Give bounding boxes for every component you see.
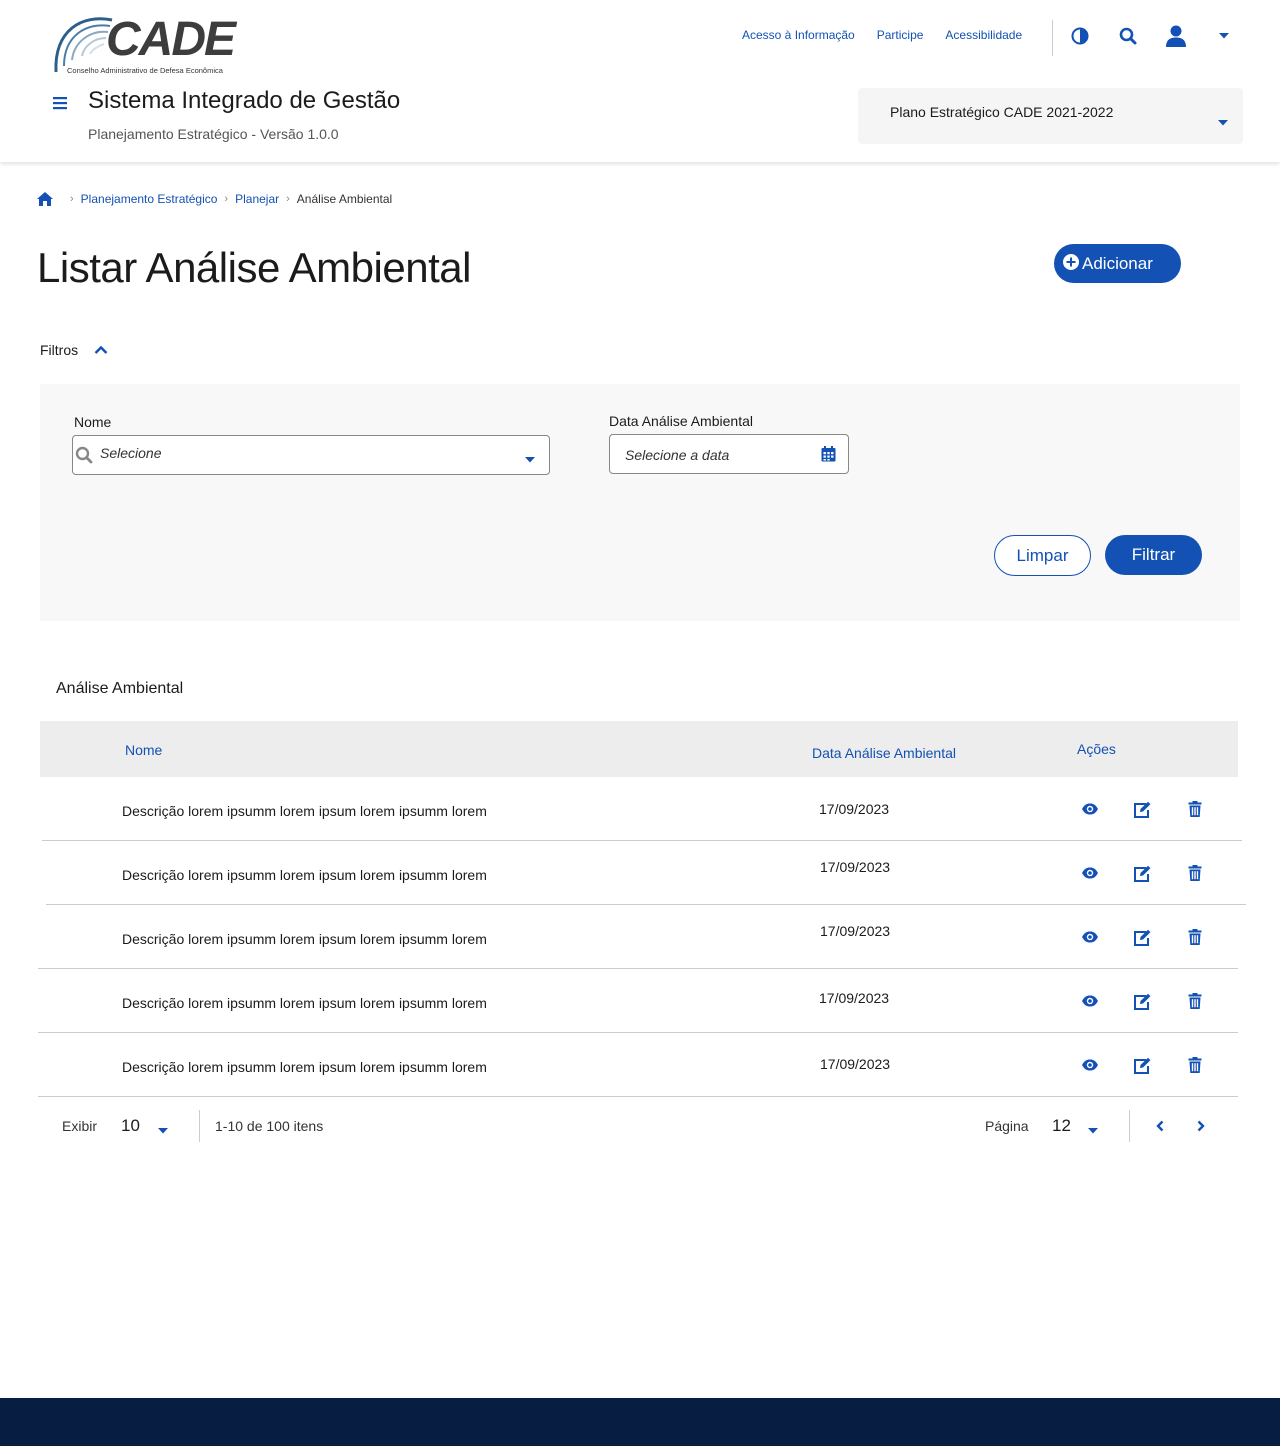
edit-icon[interactable] xyxy=(1131,927,1153,947)
calendar-icon[interactable] xyxy=(821,446,836,467)
table-title: Análise Ambiental xyxy=(56,680,184,697)
search-icon[interactable] xyxy=(1116,24,1140,48)
filters-toggle-label: Filtros xyxy=(40,342,79,358)
filter-button[interactable]: Filtrar xyxy=(1105,535,1202,575)
next-page-icon[interactable] xyxy=(1196,1119,1206,1137)
contrast-icon[interactable] xyxy=(1068,24,1092,48)
items-range: 1-10 de 100 itens xyxy=(215,1118,324,1134)
page-label: Página xyxy=(985,1118,1029,1134)
chevron-down-icon[interactable] xyxy=(157,1122,169,1140)
clear-button[interactable]: Limpar xyxy=(994,535,1091,576)
date-filter-input[interactable]: Selecione a data xyxy=(609,434,849,474)
pager-divider xyxy=(199,1110,200,1142)
delete-icon[interactable] xyxy=(1184,863,1206,883)
breadcrumb-planejamento-estrategico[interactable]: Planejamento Estratégico xyxy=(81,192,218,206)
view-icon[interactable] xyxy=(1079,927,1101,947)
view-icon[interactable] xyxy=(1079,799,1101,819)
column-header-data[interactable]: Data Análise Ambiental xyxy=(812,745,956,761)
site-header: CADE Conselho Administrativo de Defesa E… xyxy=(0,0,1280,162)
delete-icon[interactable] xyxy=(1184,799,1206,819)
row-name: Descrição lorem ipsumm lorem ipsum lorem… xyxy=(122,867,487,883)
strategic-plan-select[interactable]: Plano Estratégico CADE 2021-2022 xyxy=(858,88,1243,144)
row-name: Descrição lorem ipsumm lorem ipsum lorem… xyxy=(122,1059,487,1075)
row-name: Descrição lorem ipsumm lorem ipsum lorem… xyxy=(122,931,487,947)
date-filter-label: Data Análise Ambiental xyxy=(609,413,753,429)
delete-icon[interactable] xyxy=(1184,927,1206,947)
hamburger-menu-icon[interactable] xyxy=(52,96,68,110)
row-date: 17/09/2023 xyxy=(819,990,890,1006)
top-links: Acesso à Informação Participe Acessibili… xyxy=(742,28,1022,42)
system-title: Sistema Integrado de Gestão xyxy=(88,87,401,114)
edit-icon[interactable] xyxy=(1131,991,1153,1011)
delete-icon[interactable] xyxy=(1184,1055,1206,1075)
per-page-select[interactable]: 10 xyxy=(121,1116,140,1136)
home-icon[interactable] xyxy=(36,191,54,207)
header-divider xyxy=(1052,20,1053,56)
filters-toggle[interactable]: Filtros xyxy=(40,342,108,358)
column-header-acoes: Ações xyxy=(1077,741,1116,757)
link-acesso-informacao[interactable]: Acesso à Informação xyxy=(742,28,855,42)
user-icon[interactable] xyxy=(1164,24,1188,48)
row-date: 17/09/2023 xyxy=(820,1056,891,1072)
view-icon[interactable] xyxy=(1079,1055,1101,1075)
chevron-down-icon[interactable] xyxy=(1087,1122,1099,1140)
breadcrumb-separator-icon: › xyxy=(70,193,74,205)
user-menu-caret-icon[interactable] xyxy=(1212,24,1236,48)
name-filter-select[interactable]: Selecione xyxy=(72,435,550,475)
row-divider xyxy=(46,904,1246,905)
strategic-plan-value: Plano Estratégico CADE 2021-2022 xyxy=(890,104,1114,120)
page-title: Listar Análise Ambiental xyxy=(37,244,471,291)
row-divider xyxy=(38,968,1238,969)
breadcrumb-planejar[interactable]: Planejar xyxy=(235,192,279,206)
chevron-up-icon xyxy=(94,345,108,355)
pager-divider xyxy=(1129,1110,1130,1142)
plus-icon xyxy=(1063,254,1079,275)
logo-text: CADE xyxy=(106,13,236,66)
link-participe[interactable]: Participe xyxy=(877,28,924,42)
row-name: Descrição lorem ipsumm lorem ipsum lorem… xyxy=(122,995,487,1011)
view-icon[interactable] xyxy=(1079,991,1101,1011)
row-date: 17/09/2023 xyxy=(819,801,890,817)
view-icon[interactable] xyxy=(1079,863,1101,883)
delete-icon[interactable] xyxy=(1184,991,1206,1011)
logo-subtitle: Conselho Administrativo de Defesa Econôm… xyxy=(67,66,223,75)
table-header: Nome Data Análise Ambiental Ações xyxy=(40,721,1238,777)
name-filter-label: Nome xyxy=(74,414,112,430)
row-divider xyxy=(38,1096,1238,1097)
breadcrumb: › Planejamento Estratégico › Planejar › … xyxy=(36,190,392,208)
chevron-down-icon xyxy=(524,451,536,469)
previous-page-icon[interactable] xyxy=(1155,1119,1165,1137)
row-name: Descrição lorem ipsumm lorem ipsum lorem… xyxy=(122,803,487,819)
page-select[interactable]: 12 xyxy=(1052,1116,1071,1136)
site-footer xyxy=(0,1398,1280,1446)
row-date: 17/09/2023 xyxy=(820,859,891,875)
add-button-label: Adicionar xyxy=(1082,253,1153,273)
edit-icon[interactable] xyxy=(1131,1055,1153,1075)
cade-logo[interactable]: CADE Conselho Administrativo de Defesa E… xyxy=(52,13,242,76)
column-header-nome[interactable]: Nome xyxy=(125,742,162,758)
breadcrumb-current: Análise Ambiental xyxy=(296,192,393,206)
edit-icon[interactable] xyxy=(1131,863,1153,883)
add-button[interactable]: Adicionar xyxy=(1054,244,1181,283)
row-date: 17/09/2023 xyxy=(820,923,891,939)
date-filter-placeholder: Selecione a data xyxy=(625,447,730,463)
edit-icon[interactable] xyxy=(1131,799,1153,819)
chevron-down-icon xyxy=(1217,114,1229,132)
per-page-label: Exibir xyxy=(62,1118,98,1134)
breadcrumb-separator-icon: › xyxy=(286,193,290,205)
name-filter-placeholder: Selecione xyxy=(100,445,162,461)
link-acessibilidade[interactable]: Acessibilidade xyxy=(945,28,1022,42)
search-icon xyxy=(75,446,93,469)
breadcrumb-separator-icon: › xyxy=(224,193,229,205)
row-divider xyxy=(42,840,1242,841)
system-subtitle: Planejamento Estratégico - Versão 1.0.0 xyxy=(88,126,339,142)
row-divider xyxy=(38,1032,1238,1033)
